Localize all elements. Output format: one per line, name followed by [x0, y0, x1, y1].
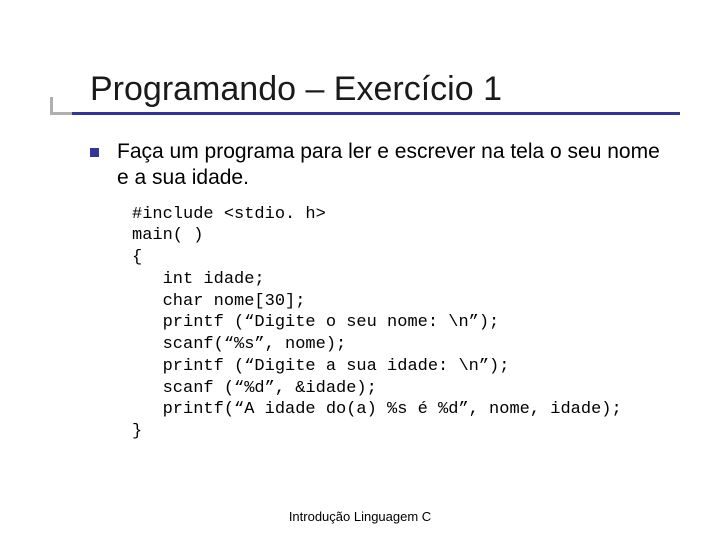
bullet-text: Faça um programa para ler e escrever na … — [117, 139, 670, 192]
code-line: printf (“Digite a sua idade: \n”); — [132, 357, 509, 376]
code-line: printf(“A idade do(a) %s é %d”, nome, id… — [132, 400, 622, 419]
title-underline — [50, 112, 680, 115]
underline-segment-long — [72, 112, 680, 115]
square-bullet-icon — [90, 148, 99, 157]
underline-segment-short — [50, 112, 72, 115]
slide-body: Faça um programa para ler e escrever na … — [90, 139, 670, 443]
code-line: scanf (“%d”, &idade); — [132, 379, 377, 398]
slide: Programando – Exercício 1 Faça um progra… — [0, 0, 720, 540]
code-line: int idade; — [132, 270, 265, 289]
code-line: printf (“Digite o seu nome: \n”); — [132, 313, 499, 332]
slide-footer: Introdução Linguagem C — [0, 509, 720, 524]
code-line: scanf(“%s”, nome); — [132, 335, 346, 354]
page-title: Programando – Exercício 1 — [90, 70, 670, 109]
code-line: } — [132, 422, 142, 441]
code-block: #include <stdio. h> main( ) { int idade;… — [132, 204, 670, 443]
code-line: { — [132, 248, 142, 267]
code-line: main( ) — [132, 226, 203, 245]
title-wrap: Programando – Exercício 1 — [90, 70, 670, 109]
code-line: #include <stdio. h> — [132, 205, 326, 224]
code-line: char nome[30]; — [132, 292, 305, 311]
bullet-row: Faça um programa para ler e escrever na … — [90, 139, 670, 192]
